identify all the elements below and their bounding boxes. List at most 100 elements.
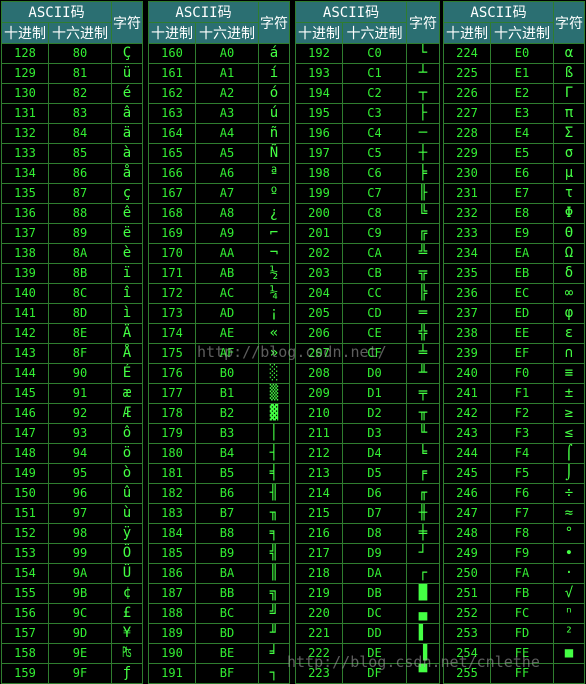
- dec-cell: 128: [1, 43, 49, 64]
- table-row: 141 8D ì: [1, 303, 143, 324]
- char-cell: ô: [111, 423, 143, 444]
- table-row: 209 D1 ╤: [295, 383, 440, 404]
- ascii-table-3: ASCII码 字符 十进制 十六进制 192 C0 └ 193 C1 ┴ 194 C2 ┬ 195…: [295, 1, 440, 684]
- char-cell: ╠: [406, 283, 440, 304]
- dec-cell: 162: [148, 83, 196, 104]
- char-cell: ├: [406, 103, 440, 124]
- hex-cell: 8B: [48, 263, 112, 284]
- table-row: 254 FE ■: [443, 643, 585, 664]
- char-cell: ╢: [258, 483, 290, 504]
- dec-cell: 146: [1, 403, 49, 424]
- table-row: 139 8B ï: [1, 263, 143, 284]
- char-cell: ⌡: [553, 463, 585, 484]
- hex-cell: BC: [195, 603, 259, 624]
- table-row: 187 BB ╗: [148, 583, 290, 604]
- table-row: 140 8C î: [1, 283, 143, 304]
- dec-cell: 196: [295, 123, 343, 144]
- char-cell: ƒ: [111, 663, 143, 684]
- char-cell: ▒: [258, 383, 290, 404]
- char-cell: â: [111, 103, 143, 124]
- hex-cell: 92: [48, 403, 112, 424]
- table-row: 230 E6 µ: [443, 163, 585, 184]
- dec-cell: 158: [1, 643, 49, 664]
- table-row: 189 BD ╜: [148, 623, 290, 644]
- table-row: 144 90 É: [1, 363, 143, 384]
- char-cell: ¡: [258, 303, 290, 324]
- hex-cell: CE: [342, 323, 407, 344]
- hex-cell: C1: [342, 63, 407, 84]
- char-cell: ╫: [406, 503, 440, 524]
- char-cell: √: [553, 583, 585, 604]
- hex-cell: AB: [195, 263, 259, 284]
- dec-cell: 149: [1, 463, 49, 484]
- table-row: 214 D6 ╓: [295, 483, 440, 504]
- table-row: 147 93 ô: [1, 423, 143, 444]
- char-cell: ═: [406, 303, 440, 324]
- hex-cell: 8E: [48, 323, 112, 344]
- table-row: 192 C0 └: [295, 43, 440, 64]
- hex-cell: 85: [48, 143, 112, 164]
- hex-cell: F4: [490, 443, 554, 464]
- table-row: 174 AE «: [148, 323, 290, 344]
- char-column-header: 字符: [258, 1, 290, 44]
- table-row: 133 85 à: [1, 143, 143, 164]
- dec-cell: 212: [295, 443, 343, 464]
- dec-cell: 206: [295, 323, 343, 344]
- hex-cell: AC: [195, 283, 259, 304]
- hex-cell: BA: [195, 563, 259, 584]
- char-cell: Ñ: [258, 143, 290, 164]
- hex-cell: 97: [48, 503, 112, 524]
- table-row: 193 C1 ┴: [295, 63, 440, 84]
- table-row: 226 E2 Γ: [443, 83, 585, 104]
- hex-cell: 82: [48, 83, 112, 104]
- dec-cell: 174: [148, 323, 196, 344]
- char-cell: é: [111, 83, 143, 104]
- char-cell: ç: [111, 183, 143, 204]
- char-cell: ┌: [406, 563, 440, 584]
- char-cell: σ: [553, 143, 585, 164]
- char-cell: Ü: [111, 563, 143, 584]
- char-cell: ₧: [111, 643, 143, 664]
- dec-cell: 252: [443, 603, 491, 624]
- hex-cell: 89: [48, 223, 112, 244]
- hex-cell: A4: [195, 123, 259, 144]
- char-cell: ╔: [406, 223, 440, 244]
- dec-cell: 136: [1, 203, 49, 224]
- char-cell: ∩: [553, 343, 585, 364]
- hex-cell: B9: [195, 543, 259, 564]
- char-cell: ╥: [406, 403, 440, 424]
- dec-column-header: 十进制: [1, 22, 49, 44]
- table-row: 188 BC ╝: [148, 603, 290, 624]
- char-cell: δ: [553, 263, 585, 284]
- dec-cell: 249: [443, 543, 491, 564]
- table-row: 212 D4 ╘: [295, 443, 440, 464]
- dec-column-header: 十进制: [443, 22, 491, 44]
- table-row: 137 89 ë: [1, 223, 143, 244]
- dec-cell: 209: [295, 383, 343, 404]
- dec-cell: 238: [443, 323, 491, 344]
- hex-cell: BD: [195, 623, 259, 644]
- char-cell: °: [553, 523, 585, 544]
- table-row: 204 CC ╠: [295, 283, 440, 304]
- hex-cell: EB: [490, 263, 554, 284]
- table-row: 136 88 ê: [1, 203, 143, 224]
- table-row: 190 BE ╛: [148, 643, 290, 664]
- table-row: 255 FF: [443, 663, 585, 684]
- char-cell: ±: [553, 383, 585, 404]
- dec-cell: 223: [295, 663, 343, 684]
- char-cell: ▌: [406, 623, 440, 644]
- hex-cell: A2: [195, 83, 259, 104]
- table-row: 206 CE ╬: [295, 323, 440, 344]
- table-row: 237 ED φ: [443, 303, 585, 324]
- dec-cell: 144: [1, 363, 49, 384]
- char-cell: Å: [111, 343, 143, 364]
- table-row: 195 C3 ├: [295, 103, 440, 124]
- hex-cell: D3: [342, 423, 407, 444]
- char-cell: ⁿ: [553, 603, 585, 624]
- table-row: 205 CD ═: [295, 303, 440, 324]
- hex-cell: 9D: [48, 623, 112, 644]
- hex-cell: FD: [490, 623, 554, 644]
- hex-cell: EC: [490, 283, 554, 304]
- char-cell: ╚: [406, 203, 440, 224]
- char-cell: ∙: [553, 543, 585, 564]
